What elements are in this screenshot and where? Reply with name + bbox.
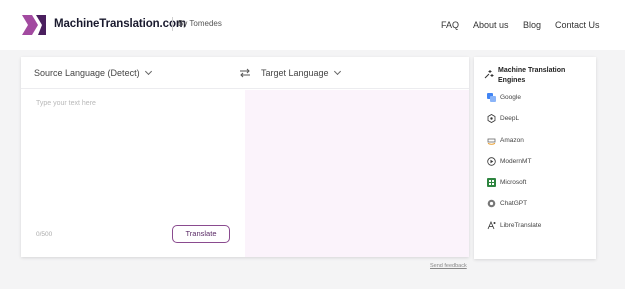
google-icon: [487, 93, 496, 102]
chatgpt-icon: [487, 199, 496, 208]
nav-faq[interactable]: FAQ: [441, 20, 459, 30]
amazon-icon: [487, 138, 496, 145]
sparkle-icon: [484, 70, 494, 79]
brand-divider: [172, 17, 173, 31]
engine-label: Amazon: [500, 137, 524, 144]
microsoft-icon: [487, 178, 496, 187]
source-language-select[interactable]: Source Language (Detect): [34, 67, 152, 78]
translate-button[interactable]: Translate: [172, 225, 230, 243]
source-language-label: Source Language (Detect): [34, 68, 140, 78]
target-text-output: [245, 90, 469, 257]
site-header: MachineTranslation.com By Tomedes FAQ Ab…: [0, 0, 625, 50]
modernmt-icon: [487, 157, 496, 166]
logo-icon[interactable]: [22, 13, 46, 37]
chevron-down-icon: [144, 67, 152, 76]
swap-languages-icon[interactable]: [239, 67, 251, 79]
brand-byline: By Tomedes: [178, 19, 222, 28]
engine-label: ChatGPT: [500, 200, 528, 207]
chevron-down-icon: [333, 67, 341, 76]
nav-about-us[interactable]: About us: [473, 20, 509, 30]
engine-label: Microsoft: [500, 179, 527, 186]
nav-blog[interactable]: Blog: [523, 20, 541, 30]
translator-panel: Source Language (Detect) Target Language…: [21, 57, 469, 257]
target-language-label: Target Language: [261, 68, 329, 78]
brand-name[interactable]: MachineTranslation.com: [54, 18, 186, 30]
target-language-select[interactable]: Target Language: [261, 67, 341, 78]
engine-label: ModernMT: [500, 158, 532, 165]
engine-label: Google: [500, 94, 521, 101]
character-counter: 0/500: [36, 231, 53, 238]
source-placeholder: Type your text here: [36, 100, 96, 107]
engine-label: LibreTranslate: [500, 222, 542, 229]
deepl-icon: [487, 114, 496, 123]
send-feedback-link[interactable]: Send feedback: [430, 263, 467, 269]
engines-title: Machine Translation Engines: [498, 67, 566, 84]
source-text-input[interactable]: Type your text here 0/500 Translate: [21, 90, 245, 257]
engine-label: DeepL: [500, 115, 520, 122]
engines-panel: Machine Translation Engines Google DeepL…: [474, 57, 596, 259]
language-bar: Source Language (Detect) Target Language: [21, 57, 469, 89]
libretranslate-icon: [487, 221, 496, 230]
nav-contact-us[interactable]: Contact Us: [555, 20, 600, 30]
